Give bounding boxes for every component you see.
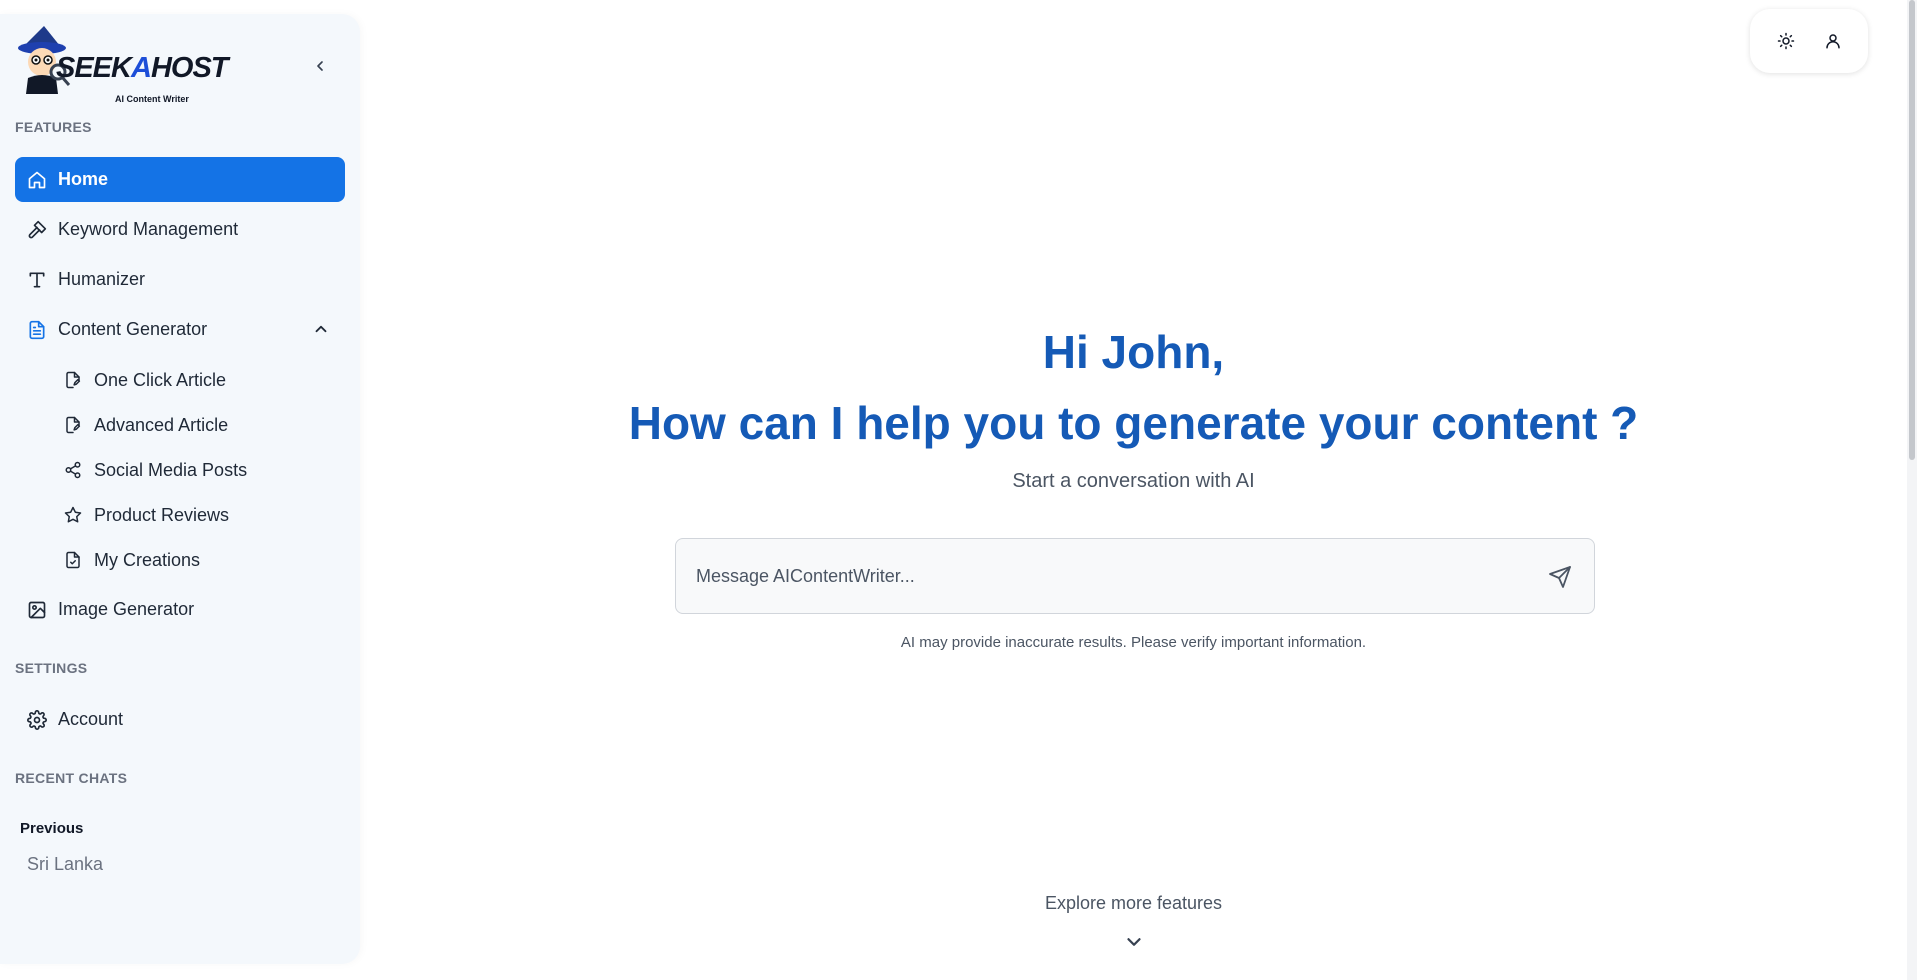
- ai-disclaimer: AI may provide inaccurate results. Pleas…: [900, 634, 1367, 651]
- sidebar-subitem-label: One Click Article: [94, 369, 227, 390]
- brand-logo[interactable]: SEEKAHOST AI Content Writer: [14, 22, 228, 106]
- file-pen-icon: [62, 414, 84, 436]
- sidebar: SEEKAHOST AI Content Writer FEATURES Hom…: [0, 14, 360, 964]
- features-section-label: FEATURES: [15, 119, 92, 135]
- recent-chats-section-label: RECENT CHATS: [15, 770, 128, 786]
- sidebar-item-humanizer[interactable]: Humanizer: [15, 257, 345, 302]
- sidebar-item-account[interactable]: Account: [15, 697, 345, 742]
- recent-chat-item[interactable]: Sri Lanka: [27, 854, 103, 875]
- sidebar-item-label: Account: [58, 709, 124, 729]
- explore-features-label[interactable]: Explore more features: [360, 893, 1907, 914]
- main-content: Hi John, How can I help you to generate …: [360, 0, 1907, 980]
- app-root: SEEKAHOST AI Content Writer FEATURES Hom…: [0, 0, 1917, 980]
- sidebar-subitem-advanced-article[interactable]: Advanced Article: [60, 405, 345, 445]
- hammer-icon: [25, 218, 49, 242]
- recent-group-label: Previous: [20, 820, 84, 837]
- brand-subtitle: AI Content Writer: [115, 94, 189, 104]
- sidebar-item-label: Humanizer: [58, 269, 146, 289]
- sidebar-subitem-product-reviews[interactable]: Product Reviews: [60, 495, 345, 535]
- gear-icon: [25, 708, 49, 732]
- chevron-down-icon[interactable]: [1122, 930, 1146, 954]
- image-icon: [25, 598, 49, 622]
- send-button[interactable]: [1546, 563, 1574, 591]
- sidebar-item-label: Content Generator: [58, 319, 208, 339]
- share-icon: [62, 459, 84, 481]
- sidebar-item-label: Image Generator: [58, 599, 195, 619]
- sidebar-item-content-generator[interactable]: Content Generator: [15, 307, 345, 352]
- sidebar-subitem-social-media-posts[interactable]: Social Media Posts: [60, 450, 345, 490]
- sidebar-item-home[interactable]: Home: [15, 157, 345, 202]
- file-check-icon: [62, 549, 84, 571]
- sidebar-subitem-my-creations[interactable]: My Creations: [60, 540, 345, 580]
- sidebar-item-keyword-management[interactable]: Keyword Management: [15, 207, 345, 252]
- message-input[interactable]: [696, 539, 1516, 613]
- page-scrollbar[interactable]: [1907, 0, 1917, 980]
- sidebar-subitem-label: Product Reviews: [94, 504, 230, 525]
- sidebar-subitem-label: Advanced Article: [94, 414, 229, 435]
- greeting-title: Hi John,: [1042, 326, 1225, 378]
- collapse-sidebar-button[interactable]: [308, 54, 332, 78]
- greeting-question: How can I help you to generate your cont…: [628, 397, 1639, 449]
- sidebar-subitem-label: Social Media Posts: [94, 459, 248, 480]
- send-icon: [1549, 566, 1571, 588]
- scrollbar-thumb[interactable]: [1909, 0, 1915, 460]
- text-t-icon: [25, 268, 49, 292]
- settings-section-label: SETTINGS: [15, 660, 88, 676]
- document-icon: [25, 318, 49, 342]
- brand-name: SEEKAHOST: [56, 52, 228, 84]
- file-pen-icon: [62, 369, 84, 391]
- greeting-subtitle: Start a conversation with AI: [1012, 470, 1255, 492]
- sidebar-item-image-generator[interactable]: Image Generator: [15, 587, 345, 632]
- sidebar-item-label: Keyword Management: [58, 219, 239, 239]
- message-composer: [675, 538, 1595, 614]
- sidebar-subitem-one-click-article[interactable]: One Click Article: [60, 360, 345, 400]
- chevron-up-icon[interactable]: [309, 317, 333, 341]
- star-icon: [62, 504, 84, 526]
- home-icon: [25, 168, 49, 192]
- sidebar-subitem-label: My Creations: [94, 549, 201, 570]
- sidebar-item-label: Home: [58, 169, 109, 189]
- chevron-left-icon: [317, 61, 323, 71]
